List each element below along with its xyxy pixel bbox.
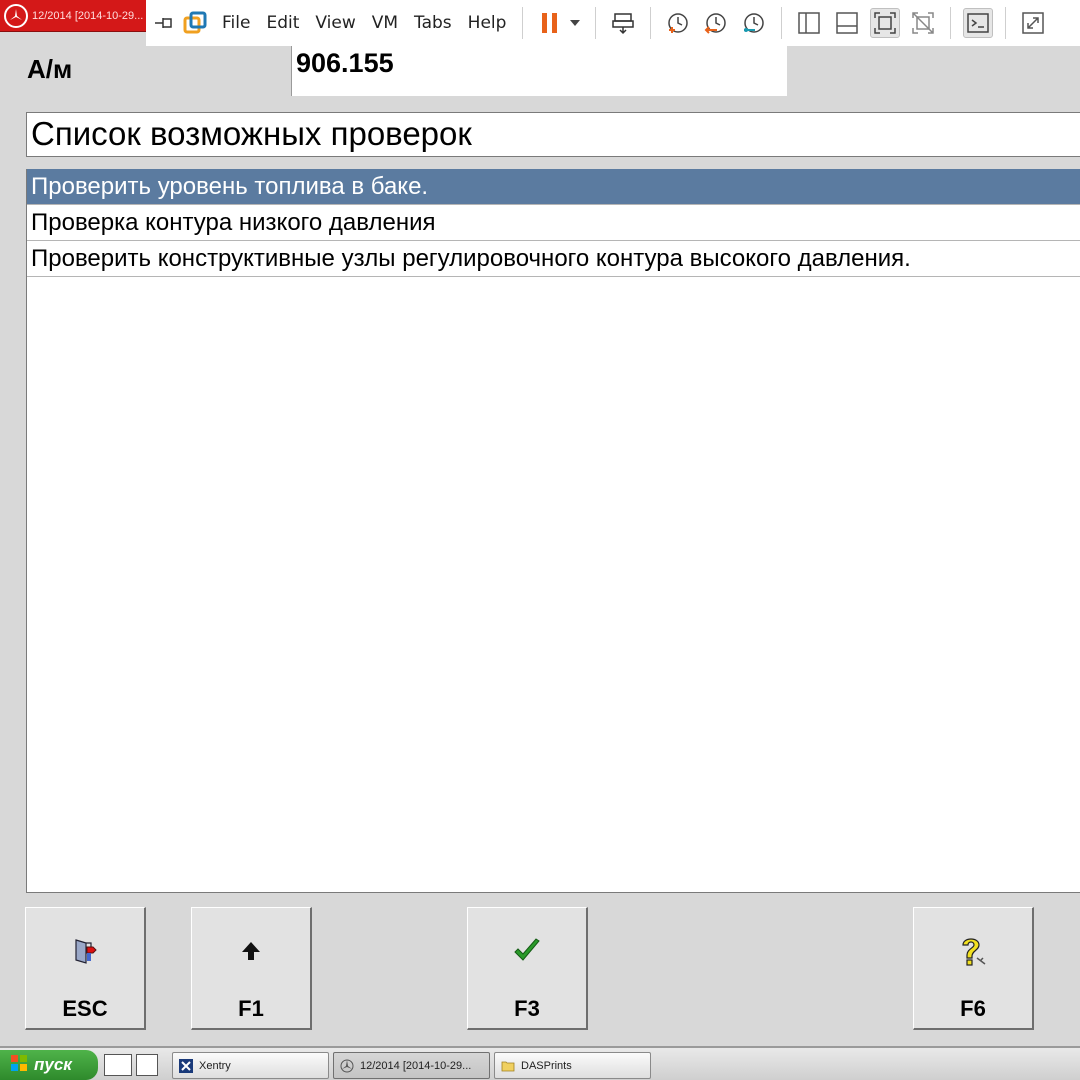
menu-tabs[interactable]: Tabs [414, 13, 452, 33]
f6-label: F6 [960, 996, 986, 1021]
list-item[interactable]: Проверить конструктивные узлы регулирово… [27, 241, 1080, 277]
vehicle-label: А/м [27, 54, 73, 84]
quick-launch [104, 1054, 158, 1076]
f6-button[interactable]: F6 [913, 907, 1034, 1030]
help-question-icon [957, 936, 989, 966]
taskbar-item-label: DASPrints [521, 1059, 572, 1072]
menu-help[interactable]: Help [468, 13, 507, 33]
windows-logo-icon [10, 1054, 28, 1077]
checks-list-title: Список возможных проверок [26, 112, 1080, 157]
menu-view[interactable]: View [315, 13, 355, 33]
fullscreen-icon[interactable] [870, 8, 901, 38]
f3-button[interactable]: F3 [467, 907, 588, 1030]
folder-icon [501, 1059, 515, 1073]
start-label: пуск [34, 1055, 72, 1074]
vm-toolbar: File Edit View VM Tabs Help [146, 0, 1080, 46]
taskbar: пуск Xentry 12/2014 [2014-10-29... DASPr… [0, 1046, 1080, 1080]
menu-vm[interactable]: VM [372, 13, 398, 33]
taskbar-item-label: Xentry [199, 1059, 231, 1072]
exit-door-icon [71, 936, 99, 966]
xentry-icon [179, 1058, 193, 1073]
f1-label: F1 [238, 996, 264, 1021]
vehicle-value-field: 906.155 [291, 46, 787, 96]
menu-edit[interactable]: Edit [266, 13, 299, 33]
pause-icon[interactable] [535, 8, 565, 38]
menu-file[interactable]: File [222, 13, 250, 33]
start-button[interactable]: пуск [0, 1050, 98, 1080]
arrow-up-icon [239, 936, 263, 966]
f1-button[interactable]: F1 [191, 907, 312, 1030]
taskbar-item-vm[interactable]: 12/2014 [2014-10-29... [333, 1052, 490, 1079]
snapshot-manager-icon[interactable] [739, 8, 769, 38]
keyboard-icon[interactable] [104, 1054, 132, 1076]
stretch-icon[interactable] [1018, 8, 1048, 38]
vehicle-row: А/м 906.155 [0, 46, 1080, 96]
toolbar-separator [595, 7, 597, 39]
toolbar-separator [650, 7, 652, 39]
list-item[interactable]: Проверить уровень топлива в баке. [27, 169, 1080, 205]
keypad-icon[interactable] [136, 1054, 158, 1076]
app-title-tab[interactable]: 12/2014 [2014-10-29... [0, 0, 146, 32]
f3-label: F3 [514, 996, 540, 1021]
toolbar-separator [781, 7, 783, 39]
unpin-icon[interactable] [150, 8, 180, 38]
toolbar-separator [1005, 7, 1007, 39]
taskbar-item-xentry[interactable]: Xentry [172, 1052, 329, 1079]
toolbar-separator [522, 7, 524, 39]
snapshot-take-icon[interactable] [663, 8, 693, 38]
snapshot-revert-icon[interactable] [701, 8, 731, 38]
esc-button[interactable]: ESC [25, 907, 146, 1030]
taskbar-item-label: 12/2014 [2014-10-29... [360, 1059, 472, 1072]
send-keys-icon[interactable] [608, 8, 638, 38]
vmware-logo-icon [180, 8, 210, 38]
app-title-label: 12/2014 [2014-10-29... [32, 9, 144, 22]
unity-icon[interactable] [908, 8, 938, 38]
checks-list: Проверить уровень топлива в баке. Провер… [26, 169, 1080, 893]
console-only-icon[interactable] [832, 8, 862, 38]
mercedes-star-icon [340, 1059, 354, 1073]
taskbar-item-dasprints[interactable]: DASPrints [494, 1052, 651, 1079]
dropdown-arrow-icon[interactable] [567, 8, 583, 38]
terminal-icon[interactable] [963, 8, 994, 38]
toolbar-separator [950, 7, 952, 39]
checkmark-icon [512, 936, 542, 966]
list-item[interactable]: Проверка контура низкого давления [27, 205, 1080, 241]
mercedes-star-icon [4, 3, 28, 28]
vehicle-value: 906.155 [296, 48, 394, 78]
esc-label: ESC [62, 996, 108, 1021]
library-icon[interactable] [794, 8, 824, 38]
